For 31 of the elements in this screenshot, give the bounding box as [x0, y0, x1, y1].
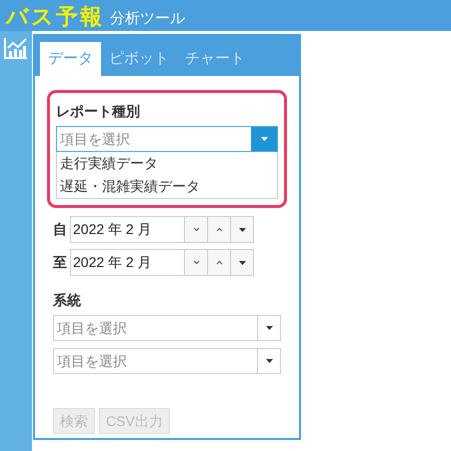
dropdown-field[interactable]: 項目を選択	[53, 315, 281, 341]
month-picker[interactable]: 2022 年 2 月	[70, 216, 254, 243]
app-subtitle: 分析ツール	[110, 9, 185, 29]
tab[interactable]: ピボット	[101, 42, 177, 76]
dropdown-option[interactable]: 走行実績データ	[57, 152, 277, 175]
caret-down-icon	[238, 228, 246, 232]
date-label: 至	[53, 253, 67, 272]
tab[interactable]: チャート	[177, 42, 253, 76]
dropdown-option[interactable]: 遅延・混雑実績データ	[57, 175, 277, 198]
chevron-down-icon	[192, 260, 200, 265]
chevron-down-icon	[192, 227, 200, 232]
dropdown-field[interactable]: 項目を選択	[53, 348, 281, 374]
dropdown-toggle[interactable]	[251, 127, 277, 151]
caret-down-icon	[266, 326, 272, 330]
date-label: 自	[53, 220, 67, 239]
month-picker[interactable]: 2022 年 2 月	[70, 249, 254, 276]
dropdown-toggle[interactable]	[230, 250, 253, 275]
app-logo: バス予報	[6, 3, 104, 31]
chart-icon[interactable]	[4, 37, 28, 59]
chevron-up-icon	[216, 227, 222, 232]
decrement-button[interactable]	[184, 250, 207, 275]
caret-down-icon	[238, 260, 246, 264]
chevron-up-icon	[216, 260, 222, 265]
dropdown-toggle[interactable]	[230, 217, 253, 242]
caret-down-icon	[260, 137, 268, 141]
tab[interactable]: データ	[40, 42, 101, 76]
dropdown-field[interactable]: 項目を選択	[56, 126, 278, 152]
field-label: レポート種別	[56, 102, 141, 121]
decrement-button[interactable]	[184, 217, 207, 242]
field-label: 系統	[53, 291, 82, 310]
caret-down-icon	[266, 359, 272, 363]
